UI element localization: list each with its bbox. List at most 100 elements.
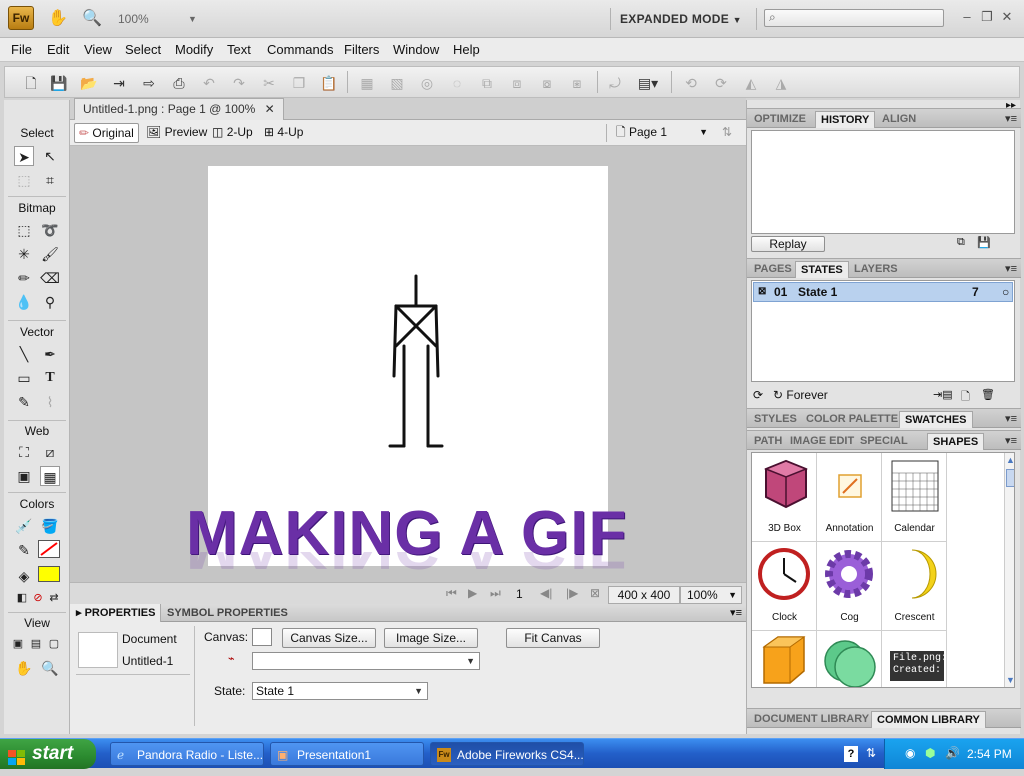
- menu-commands[interactable]: Commands: [267, 42, 333, 57]
- replay-button[interactable]: Replay: [751, 236, 825, 252]
- send-backward-icon[interactable]: ⧇: [537, 73, 557, 93]
- shape-crescent[interactable]: Crescent: [882, 542, 947, 631]
- tab-image-edit[interactable]: IMAGE EDIT: [785, 433, 859, 450]
- 4up-view-button[interactable]: ⊞ 4-Up: [260, 123, 307, 143]
- bring-forward-icon[interactable]: ⧈: [507, 73, 527, 93]
- last-frame-icon[interactable]: ⏭: [490, 586, 501, 601]
- flip-vertical-icon[interactable]: ◮: [771, 73, 791, 93]
- taskbar-presentation[interactable]: ▣ Presentation1: [270, 742, 424, 766]
- swap-colors-icon[interactable]: ⇄: [44, 588, 64, 608]
- hand-icon[interactable]: ✋: [48, 9, 68, 29]
- preview-view-button[interactable]: 🖼 Preview: [142, 123, 211, 143]
- tab-color-palette[interactable]: COLOR PALETTE: [801, 411, 903, 428]
- shape-cog[interactable]: Cog: [817, 542, 882, 631]
- paint-bucket-tool-icon[interactable]: 🪣: [40, 516, 60, 536]
- 2up-view-button[interactable]: ◫ 2-Up: [208, 123, 257, 143]
- split-icon[interactable]: ◌: [447, 73, 467, 93]
- tab-properties[interactable]: ▸ PROPERTIES: [70, 604, 162, 622]
- scroll-up-icon[interactable]: ▲: [1006, 455, 1014, 465]
- canvas-options-select[interactable]: ▼: [252, 652, 480, 670]
- history-list[interactable]: [751, 130, 1015, 234]
- original-view-button[interactable]: ✏ Original: [74, 123, 139, 143]
- loop-setting[interactable]: ↻ Forever: [773, 388, 828, 402]
- tab-align[interactable]: ALIGN: [877, 111, 921, 128]
- tab-states[interactable]: STATES: [795, 261, 849, 278]
- menu-text[interactable]: Text: [227, 42, 251, 57]
- tab-symbol-properties[interactable]: SYMBOL PROPERTIES: [160, 604, 294, 622]
- tray-icon-2[interactable]: ⬢: [925, 746, 935, 760]
- panel-menu-icon[interactable]: ▾≡: [1005, 412, 1017, 425]
- text-tool-icon[interactable]: T: [40, 368, 60, 388]
- group-icon[interactable]: ▦: [357, 73, 377, 93]
- hotspot-tool-icon[interactable]: ⛶: [14, 442, 34, 462]
- send-to-back-icon[interactable]: ⧆: [567, 73, 587, 93]
- paste-icon[interactable]: 📋: [319, 73, 339, 93]
- magic-wand-tool-icon[interactable]: ✳: [14, 244, 34, 264]
- shape-cube[interactable]: [752, 631, 817, 687]
- taskbar-fireworks[interactable]: Fw Adobe Fireworks CS4...: [430, 742, 584, 766]
- eraser-tool-icon[interactable]: ⌫: [40, 268, 60, 288]
- open-icon[interactable]: 📂: [79, 73, 99, 93]
- save-icon[interactable]: 💾: [49, 73, 69, 93]
- minimize-button[interactable]: –: [958, 8, 976, 26]
- panel-menu-icon[interactable]: ▾≡: [730, 606, 742, 619]
- brush-tool-icon[interactable]: 🖌: [40, 244, 60, 264]
- menu-filters[interactable]: Filters: [344, 42, 379, 57]
- scroll-thumb[interactable]: [1006, 469, 1014, 487]
- menu-select[interactable]: Select: [125, 42, 161, 57]
- flip-horizontal-icon[interactable]: ◭: [741, 73, 761, 93]
- tab-shapes[interactable]: SHAPES: [927, 433, 985, 450]
- import-icon[interactable]: ⇥: [109, 73, 129, 93]
- undo-icon[interactable]: ↶: [199, 73, 219, 93]
- stroke-color-swatch[interactable]: [38, 540, 60, 558]
- document-tab[interactable]: Untitled-1.png : Page 1 @ 100% ✕: [74, 98, 284, 120]
- hand-tool-icon[interactable]: ✋: [14, 658, 34, 678]
- tab-common-library[interactable]: COMMON LIBRARY: [871, 711, 986, 728]
- align-dropdown-icon[interactable]: ▤▾: [633, 73, 663, 93]
- tab-pages[interactable]: PAGES: [749, 261, 797, 278]
- print-icon[interactable]: ⎙: [169, 73, 189, 93]
- workspace-mode-select[interactable]: EXPANDED MODE ▼: [620, 10, 742, 28]
- tab-styles[interactable]: STYLES: [749, 411, 802, 428]
- show-slices-icon[interactable]: ▦: [40, 466, 60, 486]
- standard-screen-icon[interactable]: ▣: [8, 634, 28, 654]
- stroke-color-icon[interactable]: ✎: [14, 540, 34, 560]
- canvas-color-swatch[interactable]: [252, 628, 272, 646]
- taskbar-pandora[interactable]: ℯ Pandora Radio - Liste...: [110, 742, 264, 766]
- pencil-tool-icon[interactable]: ✏: [14, 268, 34, 288]
- menu-modify[interactable]: Modify: [175, 42, 213, 57]
- freeform-tool-icon[interactable]: ✎: [14, 392, 34, 412]
- help-tray-icon[interactable]: ?: [844, 746, 858, 762]
- eyedropper-tool-icon[interactable]: 💉: [14, 516, 34, 536]
- scroll-down-icon[interactable]: ▼: [1006, 675, 1014, 685]
- tab-optimize[interactable]: OPTIMIZE: [749, 111, 811, 128]
- state-row[interactable]: ⊠ 01 State 1 7 ○: [753, 282, 1013, 302]
- rotate-90-ccw-icon[interactable]: ⟲: [681, 73, 701, 93]
- shape-clock[interactable]: Clock: [752, 542, 817, 631]
- shape-3d-box[interactable]: 3D Box: [752, 453, 817, 542]
- tray-icon-1[interactable]: ◉: [905, 746, 915, 760]
- fit-canvas-button[interactable]: Fit Canvas: [506, 628, 600, 648]
- cut-icon[interactable]: ✂: [259, 73, 279, 93]
- panel-menu-icon[interactable]: ▾≡: [1005, 112, 1017, 125]
- close-button[interactable]: ✕: [998, 8, 1016, 26]
- panel-menu-icon[interactable]: ▾≡: [1005, 262, 1017, 275]
- slice-tool-icon[interactable]: ⧄: [40, 442, 60, 462]
- export-icon[interactable]: ⇨: [139, 73, 159, 93]
- next-frame-icon[interactable]: |▶: [566, 586, 578, 600]
- new-file-icon[interactable]: 🗋: [21, 73, 41, 93]
- full-screen-icon[interactable]: ▢: [44, 634, 64, 654]
- tab-document-library[interactable]: DOCUMENT LIBRARY: [749, 711, 874, 728]
- loop-icon[interactable]: ⟳: [753, 388, 763, 402]
- tab-layers[interactable]: LAYERS: [849, 261, 903, 278]
- menu-view[interactable]: View: [84, 42, 112, 57]
- pen-tool-icon[interactable]: ✒: [40, 344, 60, 364]
- shape-cylinder[interactable]: [817, 631, 882, 687]
- page-options-icon[interactable]: ⇅: [718, 123, 736, 143]
- menu-help[interactable]: Help: [453, 42, 480, 57]
- delete-state-icon[interactable]: 🗑: [981, 388, 995, 401]
- canvas-size-button[interactable]: Canvas Size...: [282, 628, 376, 648]
- rotate-icon[interactable]: ⤾: [605, 73, 625, 93]
- tab-history[interactable]: HISTORY: [815, 111, 876, 128]
- onion-skin-icon[interactable]: ⊠: [758, 283, 766, 301]
